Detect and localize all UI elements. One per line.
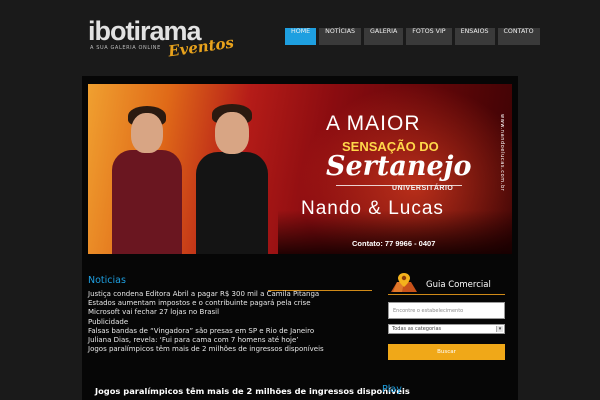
guia-comercial-title: Guia Comercial xyxy=(426,280,491,290)
news-list: Justiça condena Editora Abril a pagar R$… xyxy=(88,290,388,354)
nav-item-galeria[interactable]: GALERIA xyxy=(364,28,404,45)
news-item[interactable]: Falsas bandas de “Vingadora” são presas … xyxy=(88,327,388,336)
news-section-title: Noticias xyxy=(88,275,126,286)
nav-item-ensaios[interactable]: ENSAIOS xyxy=(454,28,495,45)
news-item[interactable]: Microsoft vai fechar 27 lojas no Brasil xyxy=(88,308,388,317)
news-item[interactable]: Justiça condena Editora Abril a pagar R$… xyxy=(88,290,388,299)
news-item[interactable]: Publicidade xyxy=(88,318,388,327)
banner-genre: Sertanejo xyxy=(326,151,472,182)
main-nav: HOME NOTÍCIAS GALERIA FOTOS VIP ENSAIOS … xyxy=(285,28,540,45)
banner-website: www.nandoelucas.com.br xyxy=(499,114,505,192)
artist-photo-right xyxy=(190,104,274,254)
banner-genre-sub: UNIVERSITÁRIO xyxy=(392,185,454,192)
news-item[interactable]: Juliana Dias, revela: ‘Fui para cama com… xyxy=(88,336,388,345)
banner-contact: Contato: 77 9966 - 0407 xyxy=(352,239,436,248)
nav-item-noticias[interactable]: NOTÍCIAS xyxy=(319,28,362,45)
artist-photo-left xyxy=(106,106,188,254)
news-item[interactable]: Jogos paralímpicos têm mais de 2 milhões… xyxy=(88,345,388,354)
guia-divider xyxy=(388,294,505,295)
nav-item-contato[interactable]: CONTATO xyxy=(497,28,540,45)
promo-banner[interactable]: A MAIOR SENSAÇÃO DO Sertanejo UNIVERSITÁ… xyxy=(88,84,512,254)
business-search-input[interactable] xyxy=(388,302,505,319)
category-selected-value: Todas as categorias xyxy=(392,326,442,332)
map-pin-icon xyxy=(391,273,417,292)
banner-artists: Nando & Lucas xyxy=(301,198,444,219)
nav-item-home[interactable]: HOME xyxy=(285,28,317,45)
nav-item-fotos-vip[interactable]: FOTOS VIP xyxy=(406,28,452,45)
banner-headline: A MAIOR xyxy=(326,112,421,135)
category-select[interactable]: Todas as categorias ▾ xyxy=(388,324,505,334)
chevron-down-icon: ▾ xyxy=(496,326,503,332)
news-item[interactable]: Estados aumentam impostos e o contribuin… xyxy=(88,299,388,308)
featured-headline[interactable]: Jogos paralímpicos têm mais de 2 milhões… xyxy=(95,386,410,396)
main-container: A MAIOR SENSAÇÃO DO Sertanejo UNIVERSITÁ… xyxy=(82,76,518,400)
play-section-title: Play xyxy=(382,384,402,395)
search-button[interactable]: Buscar xyxy=(388,344,505,360)
site-logo[interactable]: ibotirama Eventos A SUA GALERIA ONLINE xyxy=(88,16,235,61)
logo-tagline: A SUA GALERIA ONLINE xyxy=(90,45,161,51)
site-header: ibotirama Eventos A SUA GALERIA ONLINE H… xyxy=(0,0,600,64)
